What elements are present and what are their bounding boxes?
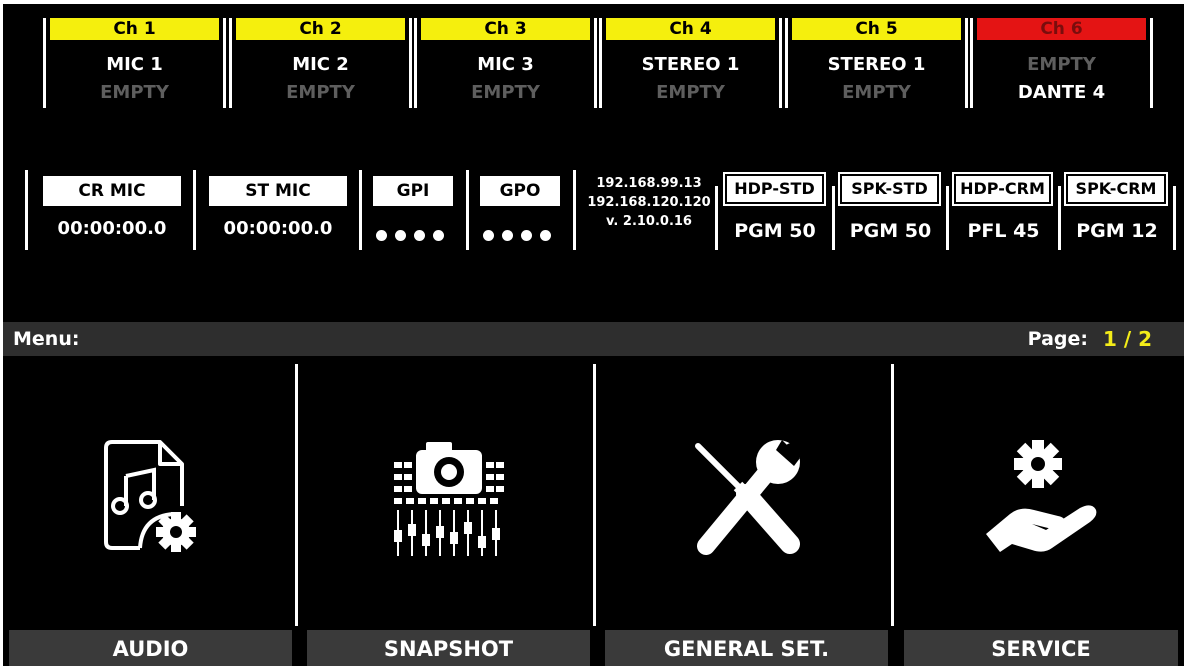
snapshot-menu-tile[interactable]: SNAPSHOT (301, 364, 596, 666)
channel-source-1: MIC 3 (477, 54, 534, 75)
channel-header: Ch 3 (421, 18, 590, 40)
st-mic-label[interactable]: ST MIC (209, 176, 347, 206)
audio-label: AUDIO (9, 630, 292, 666)
gpo-indicators (483, 230, 551, 241)
channel-source-2: EMPTY (842, 82, 911, 103)
spk-std-value: PGM 50 (849, 220, 932, 242)
st-mic-timer: 00:00:00.0 (223, 218, 333, 239)
network-info: 192.168.99.13 192.168.120.120 v. 2.10.0.… (583, 174, 715, 231)
channel-source-2: EMPTY (100, 82, 169, 103)
channel-header: Ch 2 (236, 18, 405, 40)
general-settings-menu-tile[interactable]: GENERAL SET. (599, 364, 894, 666)
ip-address-1: 192.168.99.13 (596, 176, 702, 191)
channel-source-1: MIC 1 (106, 54, 163, 75)
channel-source-2: EMPTY (286, 82, 355, 103)
cr-mic-label[interactable]: CR MIC (43, 176, 181, 206)
spk-std-label[interactable]: SPK-STD (838, 172, 941, 206)
channel-source-1: MIC 2 (292, 54, 349, 75)
channel-source-1: STEREO 1 (641, 54, 740, 75)
channel-source-1: EMPTY (1027, 54, 1096, 75)
ip-address-2: 192.168.120.120 (587, 195, 711, 210)
channel-2[interactable]: Ch 2 MIC 2 EMPTY (229, 18, 412, 111)
wrench-screwdriver-icon (682, 436, 812, 564)
firmware-version: v. 2.10.0.16 (606, 214, 692, 229)
audio-file-gear-icon (86, 436, 216, 564)
audio-menu-tile[interactable]: AUDIO (3, 364, 298, 666)
gpi-dot (376, 230, 387, 241)
menu-label: Menu: (13, 328, 80, 350)
hdp-std-label[interactable]: HDP-STD (723, 172, 826, 206)
mixer-screen: Ch 1 MIC 1 EMPTY Ch 2 MIC 2 EMPTY Ch 3 M… (3, 4, 1184, 666)
spk-crm-value: PGM 12 (1076, 220, 1158, 242)
service-menu-tile[interactable]: SERVICE (898, 364, 1184, 666)
gpo-dot (483, 230, 494, 241)
channel-source-1: STEREO 1 (827, 54, 926, 75)
gpo-dot (540, 230, 551, 241)
gear-hand-icon (976, 436, 1106, 564)
service-label: SERVICE (904, 630, 1178, 666)
channel-3[interactable]: Ch 3 MIC 3 EMPTY (414, 18, 597, 111)
channel-6[interactable]: Ch 6 EMPTY DANTE 4 (970, 18, 1153, 111)
gpo-dot (521, 230, 532, 241)
snapshot-label: SNAPSHOT (307, 630, 590, 666)
channel-source-2: DANTE 4 (1017, 82, 1106, 103)
hdp-std-value: PGM 50 (734, 220, 816, 242)
gpo-dot (502, 230, 513, 241)
channel-source-2: EMPTY (471, 82, 540, 103)
spk-crm-label[interactable]: SPK-CRM (1064, 172, 1168, 206)
gpi-dot (395, 230, 406, 241)
hdp-crm-value: PFL 45 (967, 220, 1040, 242)
gpi-indicators (376, 230, 444, 241)
general-settings-label: GENERAL SET. (605, 630, 888, 666)
channel-header-alert: Ch 6 (977, 18, 1146, 40)
gpi-dot (433, 230, 444, 241)
gpi-label[interactable]: GPI (373, 176, 453, 206)
gpo-label[interactable]: GPO (480, 176, 560, 206)
gpi-dot (414, 230, 425, 241)
channel-source-2: EMPTY (656, 82, 725, 103)
cr-mic-timer: 00:00:00.0 (57, 218, 167, 239)
page-indicator[interactable]: 1 / 2 (1103, 327, 1152, 351)
camera-faders-icon (384, 436, 514, 564)
channel-1[interactable]: Ch 1 MIC 1 EMPTY (43, 18, 226, 111)
channel-header: Ch 1 (50, 18, 219, 40)
menu-bar: Menu: Page: 1 / 2 (3, 322, 1184, 356)
channel-header: Ch 5 (792, 18, 961, 40)
channel-4[interactable]: Ch 4 STEREO 1 EMPTY (599, 18, 782, 111)
hdp-crm-label[interactable]: HDP-CRM (952, 172, 1053, 206)
page-label: Page: (1027, 328, 1088, 350)
channel-header: Ch 4 (606, 18, 775, 40)
channel-5[interactable]: Ch 5 STEREO 1 EMPTY (785, 18, 968, 111)
